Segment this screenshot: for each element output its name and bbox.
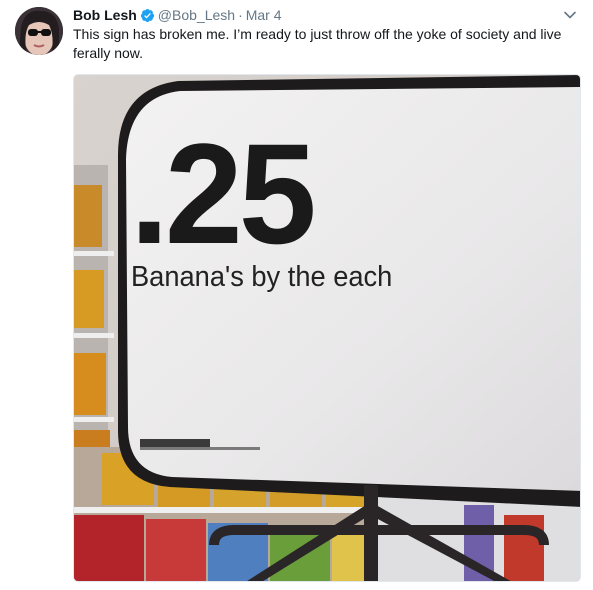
chevron-down-icon[interactable] xyxy=(563,8,577,22)
tweet-photo[interactable]: .25 Banana's by the each xyxy=(73,74,581,582)
tweet-date[interactable]: Mar 4 xyxy=(246,7,282,23)
sign-price: .25 xyxy=(130,113,317,274)
tweet-card[interactable]: Bob Lesh @Bob_Lesh · Mar 4 This sign has br… xyxy=(0,0,593,590)
avatar[interactable] xyxy=(15,7,63,55)
author-name[interactable]: Bob Lesh xyxy=(73,7,137,23)
tweet-header: Bob Lesh @Bob_Lesh · Mar 4 xyxy=(73,6,282,24)
avatar-image xyxy=(15,7,63,55)
header-separator: · xyxy=(238,7,243,23)
tweet-text: This sign has broken me. I’m ready to ju… xyxy=(73,26,562,61)
author-handle[interactable]: @Bob_Lesh xyxy=(158,7,235,23)
sign-caption: Banana's by the each xyxy=(131,261,393,293)
